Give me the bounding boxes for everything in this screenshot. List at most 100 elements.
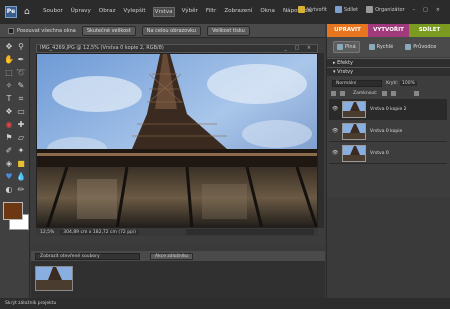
- lock-all-icon[interactable]: [390, 91, 396, 96]
- tab-edit[interactable]: UPRAVIT: [327, 24, 368, 37]
- clone-stamp-icon[interactable]: ⚑: [4, 133, 14, 143]
- brush-tool-icon[interactable]: ✐: [4, 146, 14, 156]
- document-tab[interactable]: IMG_4269.JPG @ 12,5% (Vrstva 0 kopie 2, …: [36, 44, 318, 53]
- zoom-tool-icon[interactable]: ⚲: [16, 42, 26, 52]
- pencil-tool-icon[interactable]: ✏: [16, 185, 26, 195]
- menu-item-4[interactable]: Vrstva: [152, 7, 175, 17]
- tab-create[interactable]: VYTVOŘIT: [368, 24, 409, 37]
- adjustment-layer-icon[interactable]: [340, 91, 345, 96]
- effects-panel-header[interactable]: ▸ Efekty: [327, 58, 450, 67]
- bin-actions-button[interactable]: Akce záložníku: [150, 252, 194, 260]
- bin-thumbnail[interactable]: [35, 266, 73, 291]
- create-link[interactable]: Vytvořit: [298, 6, 327, 13]
- horizontal-scrollbar[interactable]: [186, 229, 314, 235]
- tab-guided-edit-label: Průvodce: [413, 44, 437, 50]
- healing-brush-icon[interactable]: ✚: [16, 120, 26, 130]
- paint-bucket-icon[interactable]: ◈: [4, 159, 14, 169]
- document-window-controls[interactable]: _ □ ×: [284, 45, 314, 52]
- straighten-tool-icon[interactable]: ▭: [16, 107, 26, 117]
- menu-item-1[interactable]: Úpravy: [70, 7, 92, 17]
- selection-brush-icon[interactable]: ✎: [16, 81, 26, 91]
- shape-tool-icon[interactable]: ♥: [4, 172, 14, 182]
- opacity-label: Krytí:: [386, 80, 398, 86]
- menu-item-8[interactable]: Okna: [259, 7, 276, 17]
- project-bin: [31, 261, 325, 298]
- blend-mode-select[interactable]: Normální: [332, 79, 382, 87]
- scroll-all-windows-checkbox[interactable]: [8, 27, 14, 34]
- magic-wand-tool-icon[interactable]: ✧: [4, 81, 14, 91]
- menu-item-3[interactable]: Vylepšit: [122, 7, 146, 17]
- eyedropper-tool-icon[interactable]: ✒: [16, 55, 26, 65]
- fit-screen-button[interactable]: Na celou obrazovku: [141, 25, 202, 36]
- effects-label: Efekty: [337, 60, 353, 66]
- lock-pixels-icon[interactable]: [381, 91, 387, 96]
- type-tool-icon[interactable]: T: [4, 94, 14, 104]
- layers-panel-header[interactable]: ▾ Vrstvy: [327, 67, 450, 76]
- mode-tabs: UPRAVIT VYTVOŘIT SDÍLET: [327, 24, 450, 37]
- zoom-level[interactable]: 12,5%: [40, 230, 54, 235]
- menu-item-0[interactable]: Soubor: [42, 7, 64, 17]
- crop-tool-icon[interactable]: ⌗: [16, 94, 26, 104]
- opacity-input[interactable]: 100%: [400, 80, 417, 86]
- share-link[interactable]: Sdílet: [334, 6, 358, 13]
- menu-item-5[interactable]: Výběr: [181, 7, 199, 17]
- visibility-eye-icon[interactable]: 👁: [332, 128, 338, 134]
- maximize-icon[interactable]: □: [423, 7, 428, 13]
- lasso-tool-icon[interactable]: ➰: [16, 68, 26, 78]
- panel-bin: Plná Rychlé Průvodce ▸ Efekty ▾ Vrstvy N…: [326, 37, 450, 298]
- guided-edit-icon: [405, 44, 412, 50]
- eraser-tool-icon[interactable]: ▱: [16, 133, 26, 143]
- menu-item-7[interactable]: Zobrazení: [223, 7, 253, 17]
- visibility-eye-icon[interactable]: 👁: [332, 106, 338, 112]
- minimize-icon[interactable]: –: [413, 7, 416, 13]
- vertical-scrollbar[interactable]: [318, 53, 324, 228]
- image-canvas[interactable]: [36, 53, 318, 228]
- move-tool-icon[interactable]: ✥: [4, 42, 14, 52]
- menu-bar: Soubor Úpravy Obraz Vylepšit Vrstva Výběr Filt…: [42, 7, 312, 17]
- layer-row-1[interactable]: 👁 Vrstva 0 kopie: [329, 121, 447, 142]
- toolbox: ✥ ⚲ ✋ ✒ ⬚ ➰ ✧ ✎ T ⌗ ❖ ▭ ◉ ✚ ⚑ ▱ ✐ ✦ ◈ ■ …: [0, 38, 30, 298]
- tab-quick-edit-label: Rychlé: [376, 44, 394, 50]
- create-label: Vytvořit: [307, 7, 327, 13]
- hide-project-bin-toggle[interactable]: Skrýt záložník projektu: [5, 301, 56, 306]
- app-logo: Pe: [5, 6, 17, 18]
- show-open-files-select[interactable]: Zobrazit otevřené soubory: [35, 252, 140, 260]
- new-layer-icon[interactable]: [331, 91, 336, 96]
- layer-row-0[interactable]: 👁 Vrstva 0 kopie 2: [329, 99, 447, 120]
- smart-brush-icon[interactable]: ✦: [16, 146, 26, 156]
- eiffel-tower-photo: [37, 54, 317, 227]
- organizer-icon: [366, 6, 374, 13]
- tab-full-edit[interactable]: Plná: [333, 41, 360, 53]
- hand-tool-icon[interactable]: ✋: [4, 55, 14, 65]
- layer-thumb-image: [343, 145, 365, 161]
- layers-label: Vrstvy: [337, 69, 354, 75]
- tab-quick-edit[interactable]: Rychlé: [366, 42, 397, 52]
- marquee-tool-icon[interactable]: ⬚: [4, 68, 14, 78]
- layer-controls: Normální Krytí: 100%: [327, 77, 450, 89]
- visibility-eye-icon[interactable]: 👁: [332, 150, 338, 156]
- tab-share[interactable]: SDÍLET: [409, 24, 450, 37]
- layer-tools: Zamknout:: [327, 89, 450, 98]
- actual-size-button[interactable]: Skutečné velikost: [81, 25, 136, 36]
- sponge-tool-icon[interactable]: ◐: [4, 185, 14, 195]
- share-icon: [334, 6, 342, 13]
- layer-row-2[interactable]: 👁 Vrstva 0: [329, 143, 447, 164]
- close-icon[interactable]: ×: [436, 7, 440, 13]
- red-eye-tool-icon[interactable]: ◉: [4, 120, 14, 130]
- project-bin-bar: Zobrazit otevřené soubory Akce záložníku: [31, 251, 325, 261]
- document-dimensions[interactable]: 304,89 cm x 182,72 cm (72 ppi): [60, 229, 139, 235]
- thumbnail-image: [36, 267, 72, 290]
- print-size-button[interactable]: Velikost tisku: [207, 25, 250, 36]
- foreground-color-swatch[interactable]: [3, 202, 23, 220]
- menu-item-2[interactable]: Obraz: [98, 7, 117, 17]
- tab-guided-edit[interactable]: Průvodce: [402, 42, 439, 52]
- menu-item-6[interactable]: Filtr: [205, 7, 217, 17]
- delete-layer-icon[interactable]: [413, 91, 419, 96]
- top-bar: Pe ⌂ Soubor Úpravy Obraz Vylepšit Vrstva Výbě…: [0, 0, 450, 24]
- home-icon[interactable]: ⌂: [24, 7, 34, 17]
- gradient-tool-icon[interactable]: ■: [16, 159, 26, 169]
- quick-edit-icon: [368, 44, 375, 50]
- organizer-link[interactable]: Organizátor: [366, 6, 405, 13]
- cookie-cutter-icon[interactable]: ❖: [4, 107, 14, 117]
- blur-tool-icon[interactable]: 💧: [16, 172, 26, 182]
